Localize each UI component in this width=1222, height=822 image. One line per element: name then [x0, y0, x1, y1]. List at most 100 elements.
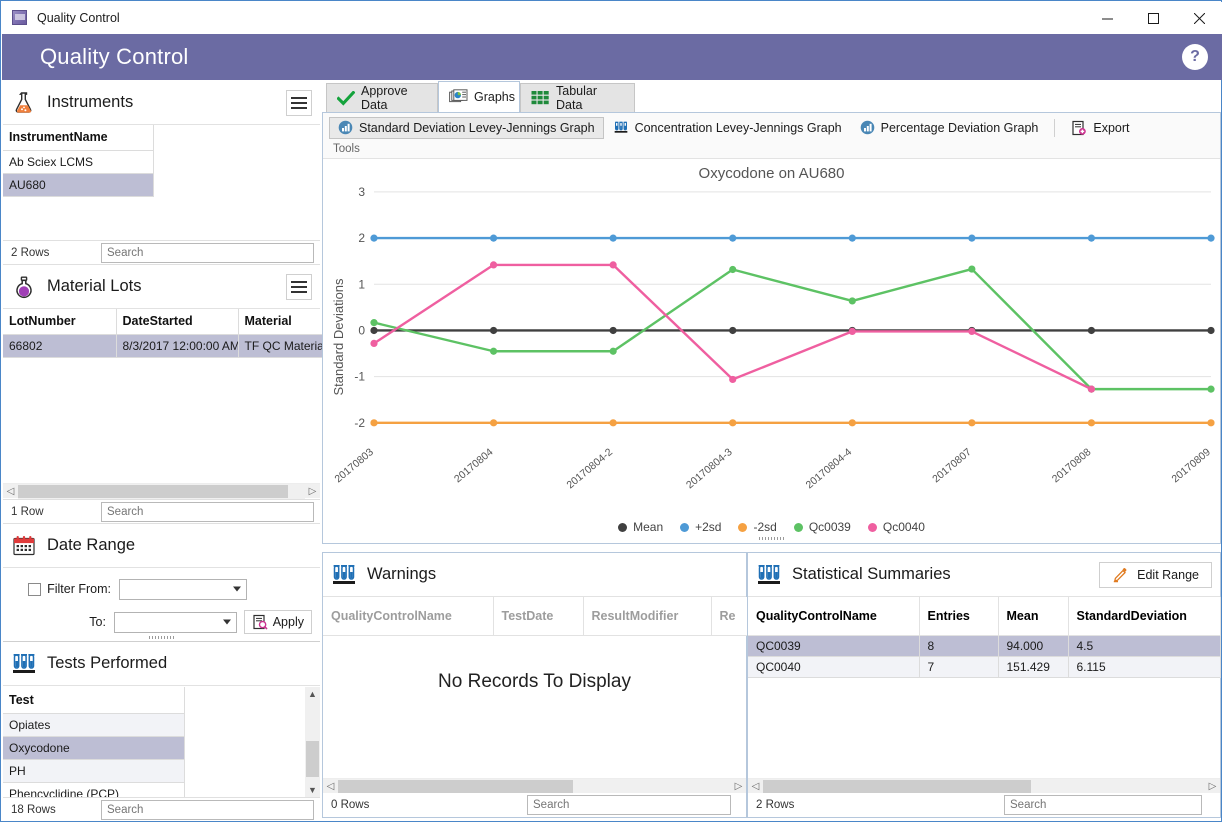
scroll-track[interactable] — [763, 778, 1205, 794]
scroll-track[interactable] — [305, 702, 320, 783]
instruments-menu-button[interactable] — [286, 89, 312, 116]
data-point — [848, 297, 856, 305]
close-icon[interactable] — [1176, 2, 1222, 34]
column-header[interactable]: InstrumentName — [3, 125, 154, 151]
column-header[interactable]: Mean — [998, 597, 1069, 636]
scroll-right-icon[interactable]: ▷ — [305, 484, 320, 499]
table-row[interactable]: AU680 — [3, 173, 154, 197]
warnings-grid: QualityControlName TestDate ResultModifi… — [323, 597, 752, 636]
cell-instrument-name: Ab Sciex LCMS — [3, 150, 154, 174]
percentage-deviation-button[interactable]: Percentage Deviation Graph — [851, 117, 1048, 139]
column-header[interactable]: ResultModifier — [583, 597, 712, 636]
toolbar-button-label: Percentage Deviation Graph — [880, 120, 1039, 135]
scroll-right-icon[interactable]: ▷ — [1205, 779, 1220, 794]
filter-from-date-combo[interactable] — [119, 578, 247, 600]
statistical-summaries-grid: QualityControlName Entries Mean Standard… — [748, 597, 1221, 678]
stats-footer: 2 Rows — [748, 793, 1220, 817]
scroll-down-icon[interactable]: ▼ — [305, 783, 320, 798]
material-lots-row-count: 1 Row — [11, 505, 44, 518]
table-row[interactable]: QC0040 7 151.429 6.115 — [748, 656, 1221, 678]
legend-item[interactable]: Qc0040 — [867, 520, 925, 534]
scroll-track[interactable] — [338, 778, 731, 794]
legend-item[interactable]: -2sd — [738, 520, 777, 534]
column-header[interactable]: DateStarted — [116, 309, 239, 335]
instruments-search-input[interactable] — [101, 242, 314, 263]
column-header[interactable]: StandardDeviation — [1068, 597, 1221, 636]
filter-from-row: Filter From: — [3, 575, 320, 603]
y-axis-tick: -1 — [354, 370, 365, 384]
table-row[interactable]: Oxycodone — [3, 736, 185, 760]
tests-performed-search-input[interactable] — [101, 799, 314, 820]
stats-hscrollbar[interactable]: ◁ ▷ — [748, 778, 1220, 794]
scroll-left-icon[interactable]: ◁ — [323, 779, 338, 794]
edit-range-button[interactable]: Edit Range — [1099, 561, 1212, 588]
table-row[interactable]: 66802 8/3/2017 12:00:00 AM TF QC Materia — [3, 334, 329, 358]
stats-search-input[interactable] — [1004, 795, 1202, 815]
data-point — [729, 375, 737, 384]
material-lots-search-input[interactable] — [101, 501, 314, 522]
legend-item[interactable]: Mean — [618, 520, 663, 534]
column-header[interactable]: TestDate — [493, 597, 584, 636]
data-point — [489, 234, 498, 242]
legend-item[interactable]: Qc0039 — [793, 520, 851, 534]
concentration-levey-jennings-button[interactable]: Concentration Levey-Jennings Graph — [604, 117, 851, 139]
column-header[interactable]: Test — [3, 687, 185, 714]
scroll-up-icon[interactable]: ▲ — [305, 687, 320, 702]
table-row[interactable]: Opiates — [3, 713, 185, 737]
green-check-icon — [337, 90, 355, 106]
to-date-combo[interactable] — [113, 611, 237, 633]
table-row[interactable]: PH — [3, 759, 185, 783]
data-point — [1087, 326, 1096, 335]
tab-approve-data[interactable]: Approve Data — [326, 83, 438, 112]
help-icon[interactable]: ? — [1182, 44, 1208, 70]
tests-performed-row-count: 18 Rows — [11, 803, 56, 816]
toolbar-button-label: Concentration Levey-Jennings Graph — [634, 120, 842, 135]
splitter-grip[interactable] — [3, 634, 320, 640]
tab-graphs[interactable]: Graphs — [438, 81, 520, 112]
material-lots-menu-button[interactable] — [286, 273, 312, 300]
apply-button[interactable]: Apply — [243, 610, 312, 634]
warnings-search-input[interactable] — [527, 795, 731, 815]
scroll-track[interactable] — [18, 483, 305, 499]
cell-entries: 8 — [919, 635, 999, 657]
material-lots-hscrollbar[interactable]: ◁ ▷ — [3, 483, 320, 499]
data-point — [968, 327, 976, 335]
cell-standard-deviation: 6.115 — [1068, 656, 1221, 678]
column-header[interactable]: Entries — [919, 597, 999, 636]
scroll-left-icon[interactable]: ◁ — [748, 779, 763, 794]
grid-squares-icon — [531, 90, 550, 106]
cell-test: Oxycodone — [3, 736, 185, 760]
export-button[interactable]: Export — [1062, 117, 1138, 139]
legend-label: Mean — [633, 520, 664, 534]
legend-label: Qc0039 — [808, 520, 851, 534]
x-axis-tick: 20170804-2 — [564, 446, 615, 491]
tests-performed-header: Tests Performed — [3, 642, 320, 686]
scroll-left-icon[interactable]: ◁ — [3, 484, 18, 499]
column-header[interactable]: QualityControlName — [748, 597, 920, 636]
warnings-hscrollbar[interactable]: ◁ ▷ — [323, 778, 746, 794]
standard-deviation-levey-jennings-button[interactable]: Standard Deviation Levey-Jennings Graph — [329, 116, 604, 139]
scroll-right-icon[interactable]: ▷ — [731, 779, 746, 794]
y-axis-tick: 1 — [358, 277, 365, 291]
chart-title: Oxycodone on AU680 — [698, 165, 845, 182]
maximize-icon[interactable] — [1130, 2, 1176, 34]
filter-from-checkbox[interactable] — [28, 582, 42, 596]
column-header[interactable]: Material — [238, 309, 329, 335]
material-lots-title: Material Lots — [47, 277, 142, 295]
table-row[interactable]: Phencyclidine (PCP) — [3, 782, 185, 798]
cell-lot-number: 66802 — [3, 334, 117, 358]
toolbar-button-label: Export — [1093, 120, 1130, 135]
column-header[interactable]: QualityControlName — [323, 597, 494, 636]
data-point — [609, 326, 617, 335]
legend-item[interactable]: +2sd — [680, 520, 721, 534]
tests-vscrollbar[interactable]: ▲ ▼ — [305, 687, 320, 798]
column-header[interactable]: LotNumber — [3, 309, 117, 335]
tab-label: Approve Data — [361, 84, 408, 112]
window-title: Quality Control — [37, 11, 120, 25]
table-row[interactable]: QC0039 8 94.000 4.5 — [748, 635, 1221, 657]
column-header[interactable]: Re — [711, 597, 752, 636]
minimize-icon[interactable] — [1084, 2, 1130, 34]
tab-tabular-data[interactable]: Tabular Data — [520, 83, 635, 112]
chart-splitter-grip[interactable] — [751, 535, 792, 541]
table-row[interactable]: Ab Sciex LCMS — [3, 150, 154, 174]
